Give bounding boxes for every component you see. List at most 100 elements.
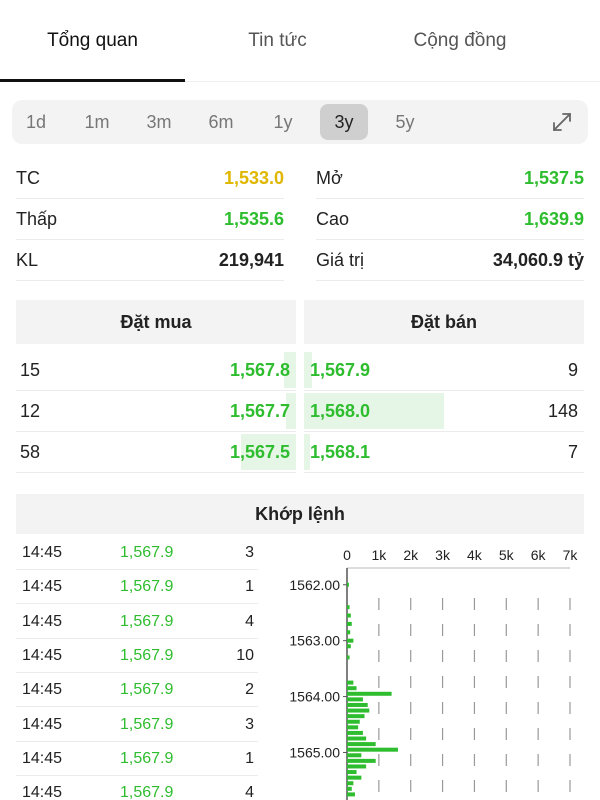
volume-bar bbox=[347, 786, 352, 791]
sell-price: 1,568.1 bbox=[310, 441, 371, 462]
sell-header: Đặt bán bbox=[304, 300, 584, 344]
trade-row[interactable]: 14:45 1,567.9 4 bbox=[16, 776, 258, 800]
trade-row[interactable]: 14:45 1,567.9 2 bbox=[16, 673, 258, 708]
sell-qty: 148 bbox=[547, 400, 578, 421]
period-3m[interactable]: 3m bbox=[135, 104, 183, 140]
stat-label: KL bbox=[16, 249, 39, 270]
volume-bar bbox=[347, 680, 354, 685]
x-tick-label: 6k bbox=[531, 547, 547, 563]
trade-qty: 1 bbox=[245, 578, 254, 596]
top-tabs: Tổng quan Tin tức Cộng đồng bbox=[0, 0, 600, 82]
volume-bar bbox=[347, 605, 350, 610]
x-tick-label: 0 bbox=[343, 547, 351, 563]
y-tick-label: 1563.00 bbox=[289, 633, 340, 649]
period-1y[interactable]: 1y bbox=[259, 104, 307, 140]
stat-value: 219,941 bbox=[218, 249, 284, 270]
trade-qty: 1 bbox=[245, 749, 254, 767]
volume-bar bbox=[347, 702, 368, 707]
trade-qty: 2 bbox=[245, 681, 254, 699]
volume-bar bbox=[347, 742, 376, 747]
sell-price: 1,567.9 bbox=[310, 359, 371, 380]
volume-bar bbox=[347, 730, 363, 735]
period-1d[interactable]: 1d bbox=[12, 104, 60, 140]
volume-bar bbox=[347, 638, 354, 643]
trade-time: 14:45 bbox=[22, 715, 63, 733]
trade-time: 14:45 bbox=[22, 681, 63, 699]
active-tab-indicator bbox=[0, 79, 185, 82]
buy-qty: 58 bbox=[20, 441, 41, 462]
trade-qty: 10 bbox=[236, 646, 254, 664]
period-3y[interactable]: 3y bbox=[320, 104, 368, 140]
trade-row[interactable]: 14:45 1,567.9 10 bbox=[16, 639, 258, 673]
tab-cong-dong[interactable]: Cộng đồng bbox=[370, 0, 550, 82]
stat-kl: KL 219,941 bbox=[16, 240, 284, 281]
sell-row[interactable]: 1,568.0 148 bbox=[304, 391, 584, 432]
buy-row[interactable]: 58 1,567.5 bbox=[16, 432, 296, 473]
trade-row[interactable]: 14:45 1,567.9 3 bbox=[16, 708, 258, 742]
trade-qty: 4 bbox=[245, 612, 254, 630]
stat-label: Mở bbox=[316, 167, 343, 188]
volume-bar bbox=[347, 753, 362, 758]
tab-tong-quan[interactable]: Tổng quan bbox=[0, 0, 185, 82]
stat-gia-tri: Giá trị 34,060.9 tỷ bbox=[316, 240, 584, 281]
x-tick-label: 2k bbox=[403, 547, 419, 563]
buy-row[interactable]: 12 1,567.7 bbox=[16, 391, 296, 432]
volume-bar bbox=[347, 714, 365, 719]
trade-price: 1,567.9 bbox=[120, 544, 174, 561]
x-tick-label: 5k bbox=[499, 547, 515, 563]
tab-tin-tuc[interactable]: Tin tức bbox=[185, 0, 370, 82]
trade-row[interactable]: 14:45 1,567.9 3 bbox=[16, 536, 258, 570]
volume-bar bbox=[347, 582, 349, 587]
stat-label: Giá trị bbox=[316, 249, 365, 270]
x-tick-label: 1k bbox=[371, 547, 387, 563]
buy-price: 1,567.8 bbox=[229, 359, 290, 380]
stat-value: 34,060.9 tỷ bbox=[492, 249, 584, 270]
volume-bar bbox=[347, 686, 357, 691]
buy-qty: 12 bbox=[20, 400, 41, 421]
buy-price: 1,567.7 bbox=[229, 400, 290, 421]
volume-bar bbox=[347, 697, 363, 702]
trade-price: 1,567.9 bbox=[120, 784, 174, 800]
period-5y[interactable]: 5y bbox=[381, 104, 429, 140]
trade-row[interactable]: 14:45 1,567.9 1 bbox=[16, 742, 258, 776]
trade-qty: 4 bbox=[245, 784, 254, 800]
volume-bar bbox=[347, 792, 355, 797]
trade-time: 14:45 bbox=[22, 646, 63, 664]
trade-time: 14:45 bbox=[22, 612, 63, 630]
trade-time: 14:45 bbox=[22, 784, 63, 800]
period-selector: 1d 1m 3m 6m 1y 3y 5y bbox=[12, 100, 588, 144]
volume-bar bbox=[347, 644, 351, 649]
trade-time: 14:45 bbox=[22, 544, 63, 561]
trade-qty: 3 bbox=[245, 715, 254, 733]
volume-bar bbox=[347, 708, 370, 713]
x-tick-label: 3k bbox=[435, 547, 451, 563]
y-tick-label: 1564.00 bbox=[289, 689, 340, 705]
x-tick-label: 4k bbox=[467, 547, 483, 563]
stat-value: 1,537.5 bbox=[523, 167, 584, 188]
trade-price: 1,567.9 bbox=[120, 715, 174, 733]
volume-bar bbox=[347, 758, 376, 763]
stat-thap: Thấp 1,535.6 bbox=[16, 199, 284, 240]
sell-row[interactable]: 1,567.9 9 bbox=[304, 350, 584, 391]
period-1m[interactable]: 1m bbox=[73, 104, 121, 140]
stat-label: TC bbox=[16, 167, 40, 188]
buy-price: 1,567.5 bbox=[229, 441, 290, 462]
volume-bar bbox=[347, 621, 352, 626]
sell-price: 1,568.0 bbox=[310, 400, 371, 421]
trade-row[interactable]: 14:45 1,567.9 4 bbox=[16, 605, 258, 639]
volume-bar bbox=[347, 775, 362, 780]
trade-time: 14:45 bbox=[22, 749, 63, 767]
sell-row[interactable]: 1,568.1 7 bbox=[304, 432, 584, 473]
volume-by-price-chart: 0 1k 2k 3k 4k 5k 6k 7k 1562.00 1563.00 1564.00 1565… bbox=[289, 547, 578, 800]
expand-icon[interactable] bbox=[550, 110, 574, 134]
volume-bar bbox=[347, 613, 351, 618]
buy-header: Đặt mua bbox=[16, 300, 296, 344]
stat-mo: Mở 1,537.5 bbox=[316, 158, 584, 199]
trade-time: 14:45 bbox=[22, 578, 63, 596]
trade-price: 1,567.9 bbox=[120, 749, 174, 767]
period-6m[interactable]: 6m bbox=[197, 104, 245, 140]
volume-bar bbox=[347, 630, 351, 635]
buy-row[interactable]: 15 1,567.8 bbox=[16, 350, 296, 391]
trade-price: 1,567.9 bbox=[120, 681, 174, 699]
trade-row[interactable]: 14:45 1,567.9 1 bbox=[16, 570, 258, 605]
